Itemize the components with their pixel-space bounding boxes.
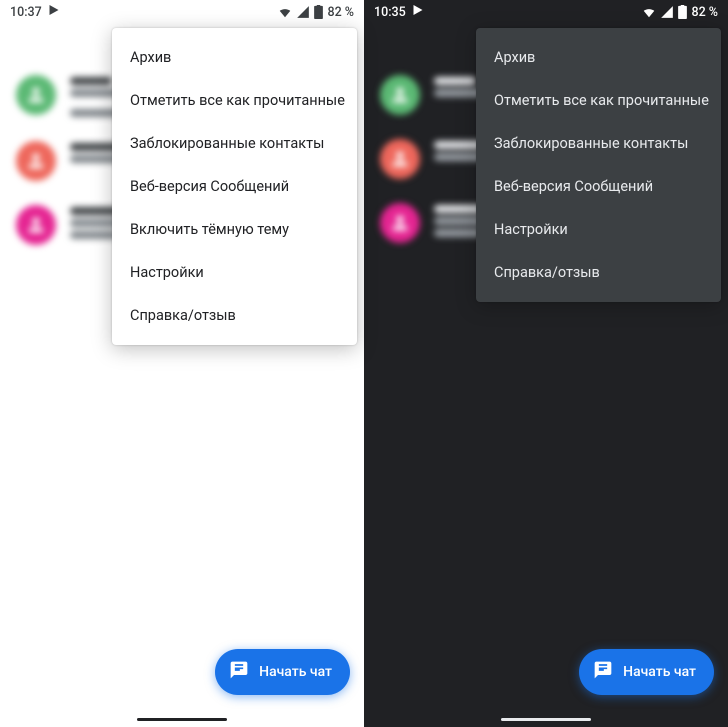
avatar xyxy=(16,205,56,245)
chat-icon xyxy=(593,660,613,684)
menu-item-archive[interactable]: Архив xyxy=(476,36,721,79)
avatar xyxy=(380,139,420,179)
overflow-menu: Архив Отметить все как прочитанные Забло… xyxy=(112,28,357,345)
menu-item-settings[interactable]: Настройки xyxy=(476,208,721,251)
home-handle[interactable] xyxy=(137,718,227,721)
chat-icon xyxy=(229,660,249,684)
dark-theme-pane: 10:35 82 % xyxy=(364,0,728,727)
battery-percent: 82 % xyxy=(691,5,718,20)
battery-icon xyxy=(314,5,323,19)
fab-label: Начать чат xyxy=(259,664,332,680)
signal-icon xyxy=(296,5,310,19)
clock: 10:35 xyxy=(374,5,406,20)
avatar xyxy=(16,141,56,181)
menu-item-help-feedback[interactable]: Справка/отзыв xyxy=(112,294,357,337)
menu-item-enable-dark-theme[interactable]: Включить тёмную тему xyxy=(112,208,357,251)
overflow-menu: Архив Отметить все как прочитанные Забло… xyxy=(476,28,721,302)
menu-item-settings[interactable]: Настройки xyxy=(112,251,357,294)
avatar xyxy=(380,75,420,115)
menu-item-mark-all-read[interactable]: Отметить все как прочитанные xyxy=(112,79,357,122)
menu-item-archive[interactable]: Архив xyxy=(112,36,357,79)
start-chat-button[interactable]: Начать чат xyxy=(579,649,714,695)
play-store-icon xyxy=(48,4,60,20)
battery-icon xyxy=(678,5,687,19)
avatar xyxy=(380,203,420,243)
fab-label: Начать чат xyxy=(623,664,696,680)
start-chat-button[interactable]: Начать чат xyxy=(215,649,350,695)
battery-percent: 82 % xyxy=(327,5,354,20)
menu-item-help-feedback[interactable]: Справка/отзыв xyxy=(476,251,721,294)
menu-item-web-messages[interactable]: Веб-версия Сообщений xyxy=(112,165,357,208)
wifi-icon xyxy=(278,5,292,19)
wifi-icon xyxy=(642,5,656,19)
menu-item-web-messages[interactable]: Веб-версия Сообщений xyxy=(476,165,721,208)
menu-item-mark-all-read[interactable]: Отметить все как прочитанные xyxy=(476,79,721,122)
menu-item-blocked-contacts[interactable]: Заблокированные контакты xyxy=(476,122,721,165)
play-store-icon xyxy=(412,4,424,20)
avatar xyxy=(16,75,56,115)
clock: 10:37 xyxy=(10,5,42,20)
menu-item-blocked-contacts[interactable]: Заблокированные контакты xyxy=(112,122,357,165)
home-handle[interactable] xyxy=(501,718,591,721)
status-bar: 10:37 82 % xyxy=(0,0,364,24)
light-theme-pane: 10:37 82 % xyxy=(0,0,364,727)
status-bar: 10:35 82 % xyxy=(364,0,728,24)
signal-icon xyxy=(660,5,674,19)
